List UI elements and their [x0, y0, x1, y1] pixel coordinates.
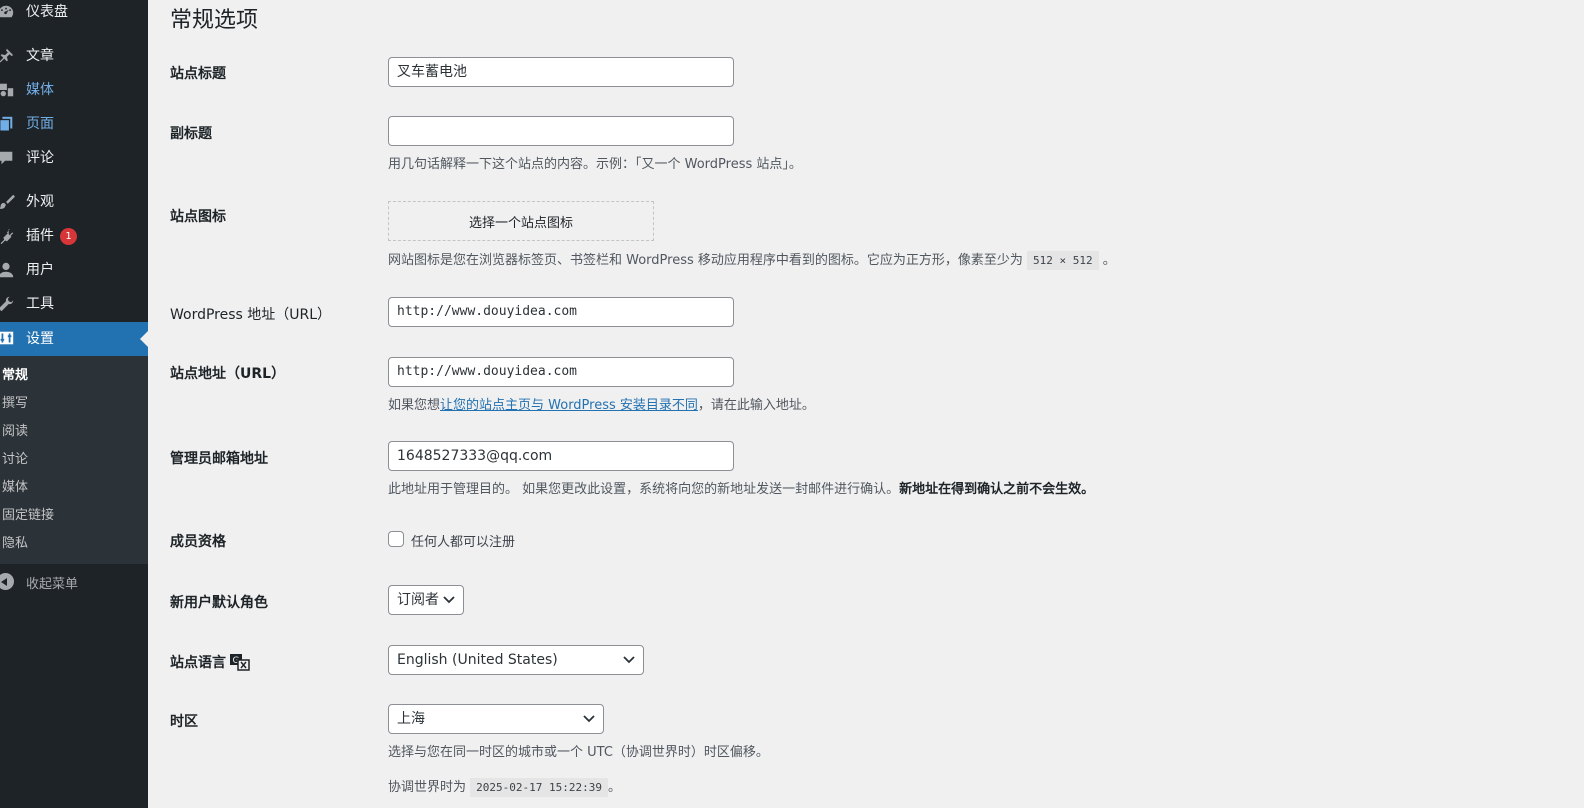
anyone-can-register-checkbox[interactable]	[388, 531, 404, 547]
menu-label: 仪表盘	[26, 4, 68, 20]
admin-email-description: 此地址用于管理目的。 如果您更改此设置，系统将向您的新地址发送一封邮件进行确认。…	[388, 478, 1094, 497]
menu-item-media[interactable]: 媒体	[0, 74, 148, 106]
pin-icon	[0, 40, 20, 72]
admin-email-desc-bold: 新地址在得到确认之前不会生效。	[899, 482, 1095, 497]
menu-label: 文章	[26, 48, 54, 64]
chevron-down-icon	[443, 596, 455, 604]
menu-item-dashboard[interactable]: 仪表盘	[0, 0, 148, 28]
site-language-value: English (United States)	[397, 652, 558, 668]
site-url-label: 站点地址（URL）	[170, 366, 286, 382]
admin-email-desc-text: 此地址用于管理目的。 如果您更改此设置，系统将向您的新地址发送一封邮件进行确认。	[388, 482, 900, 497]
menu-label: 用户	[26, 262, 54, 278]
pages-icon	[0, 108, 20, 140]
collapse-menu-label: 收起菜单	[26, 576, 79, 592]
tagline-description: 用几句话解释一下这个站点的内容。示例：「又一个 WordPress 站点」。	[388, 157, 802, 172]
site-url-desc-post: ，请在此输入地址。	[697, 398, 815, 413]
site-icon-label: 站点图标	[170, 209, 226, 225]
membership-label: 成员资格	[170, 534, 226, 550]
update-count-badge: 1	[60, 228, 77, 245]
submenu-item-privacy[interactable]: 隐私	[2, 534, 28, 554]
brush-icon	[0, 186, 20, 218]
menu-item-users[interactable]: 用户	[0, 254, 148, 286]
translation-icon: G	[230, 654, 250, 671]
site-language-label: 站点语言	[170, 655, 226, 671]
site-url-description: 如果您想让您的站点主页与 WordPress 安装目录不同，请在此输入地址。	[388, 394, 815, 413]
menu-item-pages[interactable]: 页面	[0, 108, 148, 140]
chevron-down-icon	[623, 656, 635, 664]
timezone-value: 上海	[397, 711, 425, 727]
site-icon-description: 网站图标是您在浏览器标签页、书签栏和 WordPress 移动应用程序中看到的图…	[388, 249, 1116, 270]
admin-email-label: 管理员邮箱地址	[170, 451, 268, 467]
site-url-desc-pre: 如果您想	[388, 398, 441, 413]
anyone-can-register-label[interactable]: 任何人都可以注册	[411, 531, 515, 550]
timezone-label: 时区	[170, 714, 198, 730]
menu-label: 工具	[26, 296, 54, 312]
menu-label: 插件	[26, 228, 54, 244]
media-icon	[0, 74, 20, 106]
menu-item-appearance[interactable]: 外观	[0, 186, 148, 218]
user-icon	[0, 254, 20, 286]
utc-time-line: 协调世界时为 2025-02-17 15:22:39。	[388, 776, 622, 797]
icon-size-code: 512 × 512	[1027, 251, 1099, 270]
menu-label: 外观	[26, 194, 54, 210]
menu-label: 页面	[26, 116, 54, 132]
default-role-value: 订阅者	[397, 592, 439, 608]
utc-time-prefix: 协调世界时为	[388, 780, 467, 795]
comment-icon	[0, 142, 20, 174]
wordpress-url-input[interactable]: http://www.douyidea.com	[388, 297, 734, 327]
plugin-icon	[0, 220, 20, 252]
collapse-arrow-icon	[0, 573, 14, 590]
default-role-select[interactable]: 订阅者	[388, 585, 464, 615]
current-menu-arrow	[140, 331, 148, 347]
menu-item-plugins[interactable]: 插件 1	[0, 220, 148, 252]
submenu-item-discussion[interactable]: 讨论	[2, 450, 28, 470]
utc-time-suffix: 。	[608, 780, 622, 795]
menu-item-tools[interactable]: 工具	[0, 288, 148, 320]
site-title-label: 站点标题	[170, 66, 226, 82]
timezone-description: 选择与您在同一时区的城市或一个 UTC（协调世界时）时区偏移。	[388, 745, 769, 760]
collapse-menu-button[interactable]: 收起菜单	[0, 571, 148, 593]
default-role-label: 新用户默认角色	[170, 595, 268, 611]
admin-sidebar: 仪表盘 文章 媒体 页面 评论 外观 插件 1 用户 工具 设置 常规 撰写 阅…	[0, 0, 148, 808]
timezone-select[interactable]: 上海	[388, 704, 604, 734]
different-home-url-link[interactable]: 让您的站点主页与 WordPress 安装目录不同	[440, 398, 698, 413]
tagline-label: 副标题	[170, 126, 212, 142]
page-title: 常规选项	[170, 8, 259, 33]
menu-item-posts[interactable]: 文章	[0, 40, 148, 72]
choose-site-icon-button[interactable]: 选择一个站点图标	[388, 201, 654, 241]
menu-label: 评论	[26, 150, 54, 166]
menu-label: 设置	[26, 331, 54, 347]
menu-item-settings[interactable]: 设置	[0, 322, 148, 356]
admin-email-input[interactable]: 1648527333@qq.com	[388, 441, 734, 471]
settings-icon	[0, 322, 20, 354]
submenu-item-general[interactable]: 常规	[2, 366, 28, 386]
menu-label: 媒体	[26, 82, 54, 98]
site-icon-desc-end: 。	[1102, 253, 1116, 268]
menu-item-comments[interactable]: 评论	[0, 142, 148, 174]
submenu-item-permalinks[interactable]: 固定链接	[2, 506, 54, 526]
settings-submenu: 常规 撰写 阅读 讨论 媒体 固定链接 隐私	[0, 356, 148, 564]
settings-main: 常规选项 站点标题 叉车蓄电池 副标题 用几句话解释一下这个站点的内容。示例：「…	[148, 0, 1584, 808]
dashboard-icon	[0, 0, 20, 28]
chevron-down-icon	[583, 715, 595, 723]
wordpress-url-label: WordPress 地址（URL）	[170, 307, 332, 323]
submenu-item-media[interactable]: 媒体	[2, 478, 28, 498]
site-icon-desc-text: 网站图标是您在浏览器标签页、书签栏和 WordPress 移动应用程序中看到的图…	[388, 253, 1023, 268]
site-title-input[interactable]: 叉车蓄电池	[388, 57, 734, 87]
site-url-input[interactable]: http://www.douyidea.com	[388, 357, 734, 387]
site-language-select[interactable]: English (United States)	[388, 645, 644, 675]
utc-time-code: 2025-02-17 15:22:39	[470, 778, 608, 797]
tagline-input[interactable]	[388, 116, 734, 146]
submenu-item-writing[interactable]: 撰写	[2, 394, 28, 414]
submenu-item-reading[interactable]: 阅读	[2, 422, 28, 442]
wrench-icon	[0, 288, 20, 320]
